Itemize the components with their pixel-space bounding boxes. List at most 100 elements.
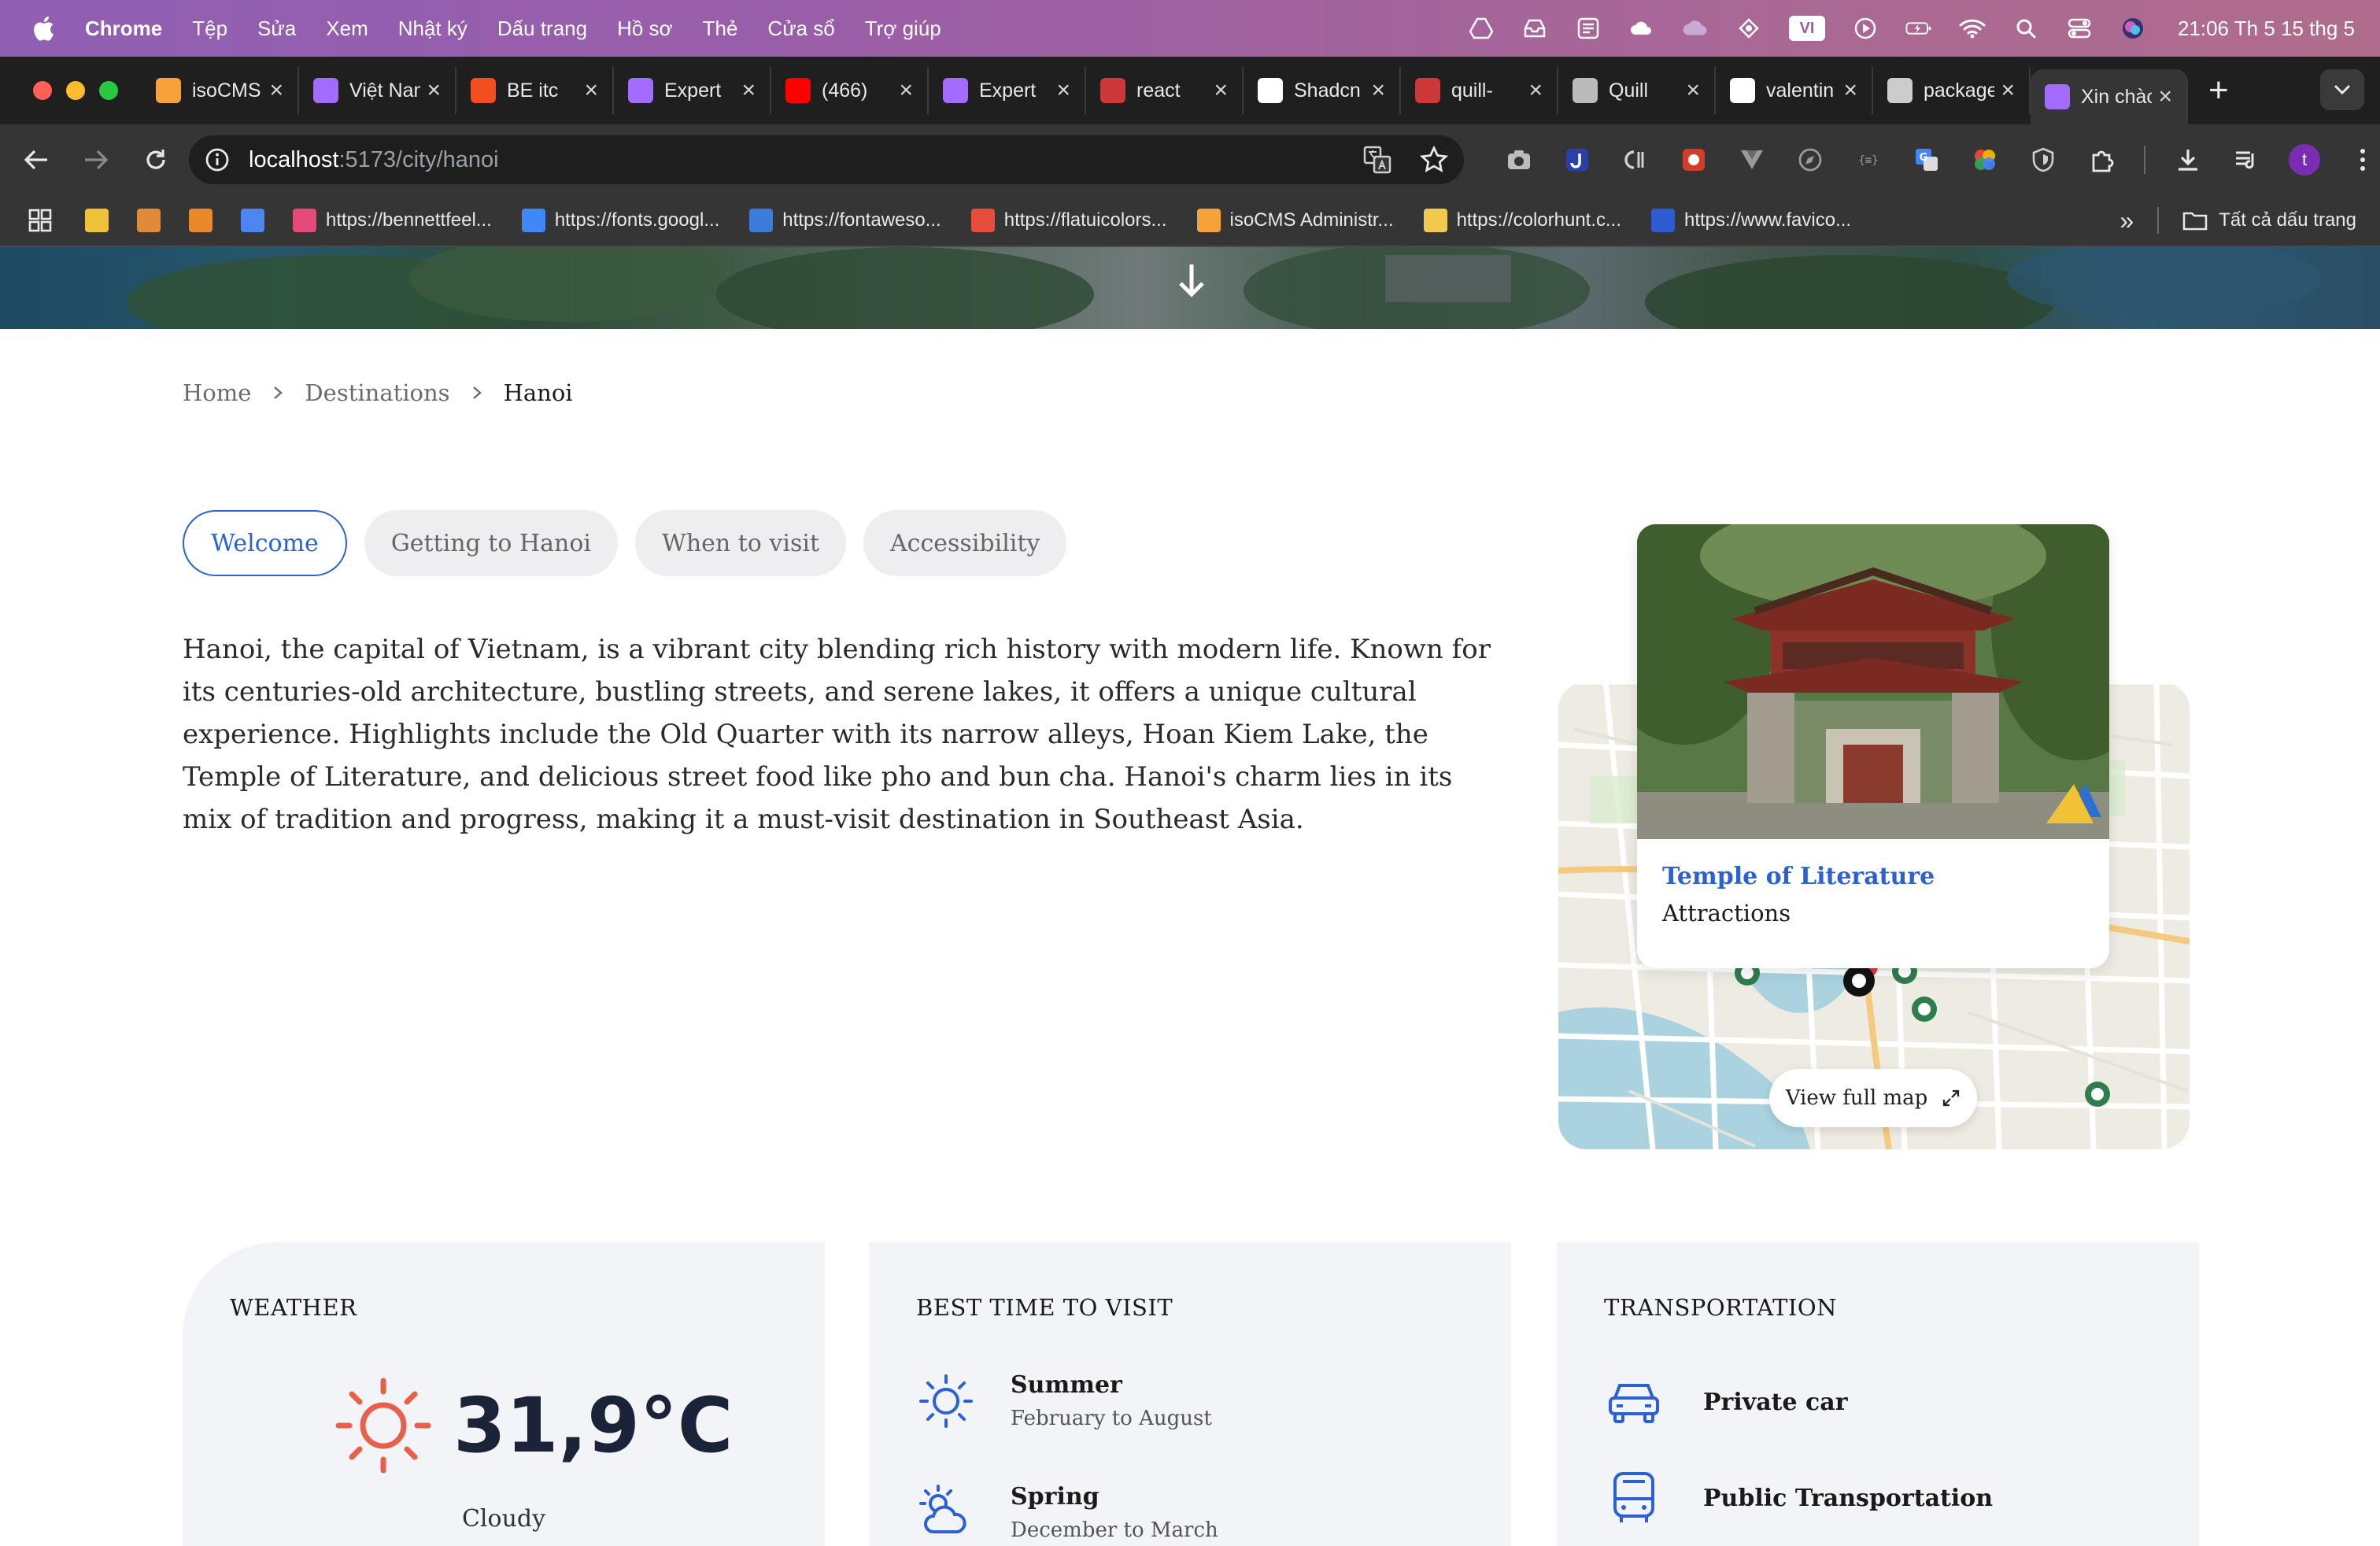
- browser-tab[interactable]: valentin ×: [1716, 67, 1873, 114]
- tab-getting-to-hanoi[interactable]: Getting to Hanoi: [364, 510, 618, 576]
- bookmark-item[interactable]: [137, 209, 170, 232]
- browser-tab[interactable]: BE itc ×: [456, 67, 614, 114]
- close-tab-icon[interactable]: ×: [1686, 77, 1700, 104]
- j-extension-icon[interactable]: [1561, 144, 1593, 176]
- downloads-icon[interactable]: [2172, 144, 2204, 176]
- bookmark-item[interactable]: https://bennettfeel...: [293, 209, 492, 232]
- minimize-window-button[interactable]: [66, 81, 85, 100]
- shield-extension-icon[interactable]: [2027, 144, 2059, 176]
- breadcrumb-home[interactable]: Home: [183, 379, 251, 406]
- tab-accessibility[interactable]: Accessibility: [863, 510, 1067, 576]
- control-center-icon[interactable]: [2066, 17, 2093, 40]
- breadcrumb-destinations[interactable]: Destinations: [305, 379, 449, 406]
- browser-tab[interactable]: Quill ×: [1558, 67, 1716, 114]
- compass-extension-icon[interactable]: [1794, 144, 1826, 176]
- close-tab-icon[interactable]: ×: [2001, 77, 2015, 104]
- zoom-window-button[interactable]: [99, 81, 118, 100]
- apple-icon[interactable]: [31, 15, 55, 42]
- close-tab-icon[interactable]: ×: [427, 77, 441, 104]
- bug-icon[interactable]: [1735, 17, 1762, 40]
- scroll-down-arrow-icon[interactable]: [1176, 261, 1207, 301]
- new-tab-button[interactable]: +: [2208, 73, 2229, 108]
- browser-tab[interactable]: Expert ×: [614, 67, 771, 114]
- bookmark-item[interactable]: [85, 209, 118, 232]
- media-controls-icon[interactable]: [2230, 144, 2262, 176]
- browser-tab[interactable]: quill- ×: [1401, 67, 1558, 114]
- profile-avatar[interactable]: t: [2289, 144, 2320, 176]
- menubar-clock[interactable]: 21:06 Th 5 15 thg 5: [2178, 17, 2355, 41]
- menu-bookmarks[interactable]: Dấu trang: [497, 17, 587, 41]
- browser-tab[interactable]: Việt Nam ×: [299, 67, 456, 114]
- color-picker-extension-icon[interactable]: [1969, 144, 2001, 176]
- wifi-icon[interactable]: [1959, 17, 1986, 40]
- bookmark-item[interactable]: https://colorhunt.c...: [1423, 209, 1621, 232]
- vuejs-devtools-icon[interactable]: [1736, 144, 1768, 176]
- bookmark-item[interactable]: [241, 209, 274, 232]
- browser-tab[interactable]: react ×: [1086, 67, 1244, 114]
- cssviewer-extension-icon[interactable]: [1620, 144, 1651, 176]
- bookmark-item[interactable]: https://flatuicolors...: [970, 209, 1167, 232]
- browser-tab[interactable]: packages ×: [1873, 67, 2031, 114]
- close-window-button[interactable]: [33, 81, 52, 100]
- drive-icon[interactable]: [1468, 17, 1495, 40]
- input-source-badge[interactable]: VI: [1788, 16, 1825, 41]
- menu-view[interactable]: Xem: [326, 17, 368, 41]
- bookmark-item[interactable]: [189, 209, 222, 232]
- view-full-map-button[interactable]: View full map: [1769, 1069, 1977, 1127]
- json-extension-icon[interactable]: {≡}: [1853, 144, 1884, 176]
- close-tab-icon[interactable]: ×: [1528, 77, 1543, 104]
- apps-grid-button[interactable]: [28, 209, 52, 232]
- close-tab-icon[interactable]: ×: [584, 77, 598, 104]
- site-info-icon[interactable]: [205, 147, 230, 172]
- close-tab-icon[interactable]: ×: [1843, 77, 1857, 104]
- menu-help[interactable]: Trợ giúp: [865, 17, 941, 41]
- reload-button[interactable]: [140, 144, 172, 176]
- close-tab-icon[interactable]: ×: [741, 77, 756, 104]
- spotlight-search-icon[interactable]: [2012, 17, 2039, 40]
- bookmark-item[interactable]: https://fonts.googl...: [521, 209, 719, 232]
- more-bookmarks-chevron-icon[interactable]: »: [2119, 206, 2134, 235]
- bookmark-item[interactable]: https://www.favico...: [1651, 209, 1851, 232]
- close-tab-icon[interactable]: ×: [2158, 83, 2172, 110]
- place-name[interactable]: Temple of Literature: [1662, 863, 2084, 890]
- bookmark-star-icon[interactable]: [1420, 146, 1448, 174]
- screenshot-extension-icon[interactable]: [1503, 144, 1535, 176]
- tab-search-button[interactable]: [2320, 69, 2364, 110]
- google-translate-extension-icon[interactable]: G: [1911, 144, 1942, 176]
- all-bookmarks-folder[interactable]: Tất cả dấu trang: [2182, 209, 2356, 231]
- bookmark-item[interactable]: isoCMS Administr...: [1196, 209, 1394, 232]
- close-tab-icon[interactable]: ×: [899, 77, 913, 104]
- colorzilla-extension-icon[interactable]: [1678, 144, 1709, 176]
- tab-welcome[interactable]: Welcome: [183, 510, 347, 576]
- menu-history[interactable]: Nhật ký: [398, 17, 468, 41]
- menu-edit[interactable]: Sửa: [257, 17, 296, 41]
- browser-tab[interactable]: (466) ×: [771, 67, 929, 114]
- tray-icon[interactable]: [1521, 17, 1548, 40]
- close-tab-icon[interactable]: ×: [1056, 77, 1070, 104]
- browser-tab[interactable]: Shadcn ×: [1244, 67, 1401, 114]
- siri-icon[interactable]: [2119, 17, 2146, 40]
- forward-button[interactable]: [80, 144, 112, 176]
- menu-profiles[interactable]: Hồ sơ: [617, 17, 673, 41]
- menu-file[interactable]: Tệp: [192, 17, 227, 41]
- dictionary-icon[interactable]: [1575, 17, 1602, 40]
- close-tab-icon[interactable]: ×: [1371, 77, 1385, 104]
- browser-tab[interactable]: Expert ×: [929, 67, 1086, 114]
- extensions-puzzle-icon[interactable]: [2086, 144, 2117, 176]
- browser-tab[interactable]: Xin chào ×: [2031, 69, 2188, 124]
- cloud-icon[interactable]: [1682, 17, 1709, 40]
- chrome-menu-icon[interactable]: [2347, 144, 2378, 176]
- play-icon[interactable]: [1852, 17, 1879, 40]
- menu-tab[interactable]: Thẻ: [703, 17, 738, 41]
- browser-tab[interactable]: isoCMS ×: [142, 67, 299, 114]
- tab-when-to-visit[interactable]: When to visit: [634, 510, 846, 576]
- menu-app-name[interactable]: Chrome: [85, 17, 162, 41]
- bookmark-item[interactable]: https://fontaweso...: [749, 209, 941, 232]
- battery-icon[interactable]: [1905, 17, 1932, 40]
- translate-icon[interactable]: [1363, 146, 1391, 174]
- place-card[interactable]: Temple of Literature Attractions: [1637, 524, 2109, 968]
- close-tab-icon[interactable]: ×: [269, 77, 283, 104]
- weather-menu-icon[interactable]: [1628, 17, 1655, 40]
- address-url[interactable]: localhost:5173/city/hanoi: [249, 147, 499, 173]
- back-button[interactable]: [20, 144, 52, 176]
